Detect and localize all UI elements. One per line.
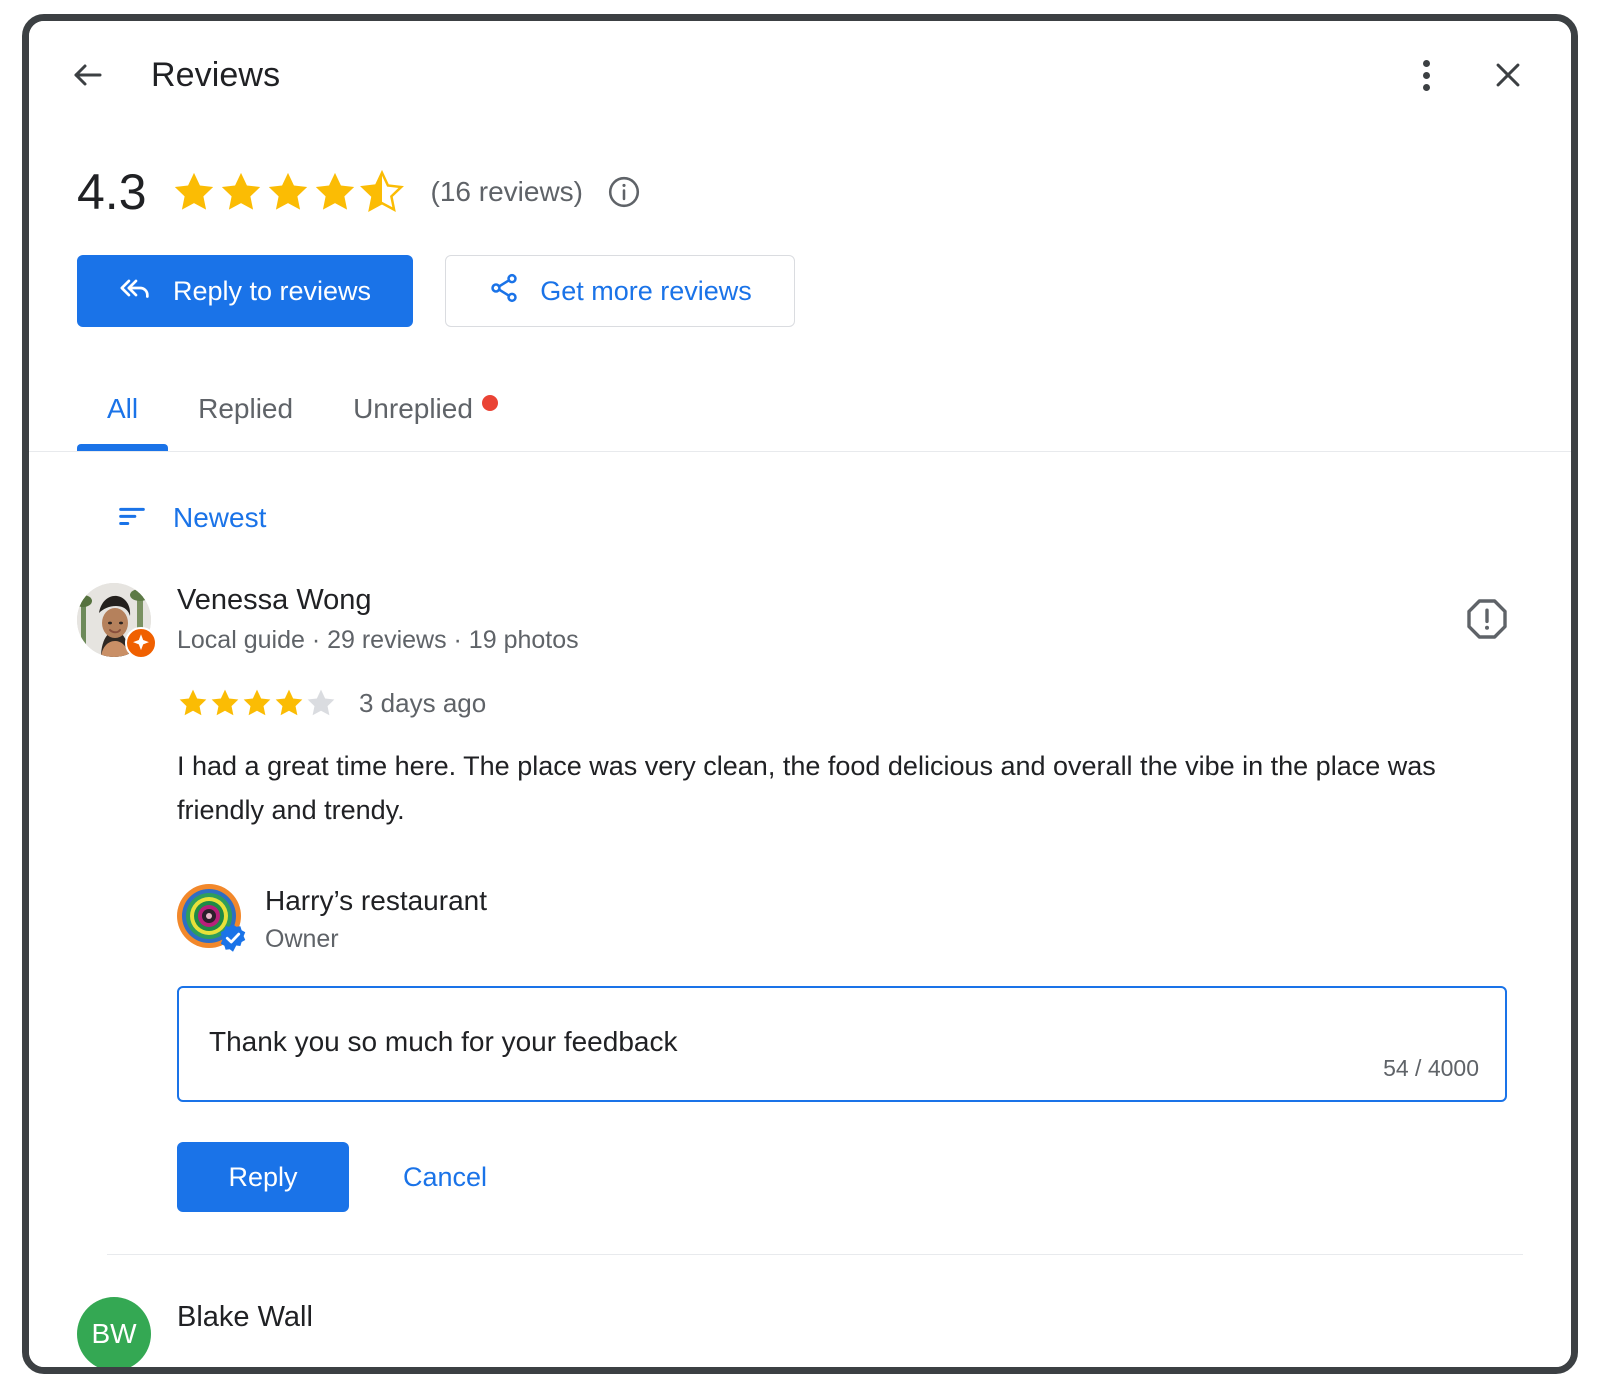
info-icon[interactable]	[605, 173, 643, 211]
review-stars	[177, 687, 337, 719]
reply-input-value: Thank you so much for your feedback	[209, 1026, 678, 1058]
reply-all-icon	[119, 271, 153, 312]
action-buttons: Reply to reviews Get more reviews	[29, 217, 1571, 327]
character-counter: 54 / 4000	[1383, 1055, 1479, 1082]
review-text: I had a great time here. The place was v…	[177, 751, 1436, 825]
review-item: Venessa Wong Local guide · 29 reviews · …	[29, 537, 1571, 1213]
local-guide-badge-icon	[125, 627, 157, 659]
reviews-count: (16 reviews)	[430, 176, 583, 207]
more-options-icon[interactable]	[1397, 46, 1455, 104]
page-title: Reviews	[151, 55, 281, 94]
sort-label: Newest	[173, 501, 267, 533]
owner-name: Harry’s restaurant	[265, 885, 488, 917]
reviewer-name: Blake Wall	[177, 1301, 313, 1334]
unreplied-badge-dot	[481, 395, 498, 411]
review-rating-row: 3 days ago	[177, 687, 1523, 719]
report-icon[interactable]	[1463, 595, 1511, 643]
avatar: BW	[77, 1297, 151, 1367]
rating-stars	[171, 169, 405, 215]
tab-all[interactable]: All	[77, 393, 169, 451]
reply-input[interactable]: Thank you so much for your feedback 54 /…	[177, 986, 1507, 1103]
app-window: Reviews 4.3 (16 reviews) Reply to review…	[22, 14, 1578, 1374]
filter-tabs: All Replied Unreplied	[29, 327, 1571, 451]
avatar	[77, 583, 157, 659]
reviewer-header: Venessa Wong Local guide · 29 reviews · …	[77, 583, 1523, 659]
tab-replied-label: Replied	[198, 393, 294, 424]
arrow-back-icon[interactable]	[59, 46, 117, 104]
owner-header: Harry’s restaurant Owner	[177, 884, 1523, 954]
verified-badge-icon	[218, 923, 248, 953]
rating-summary: 4.3 (16 reviews)	[29, 129, 1571, 217]
average-rating: 4.3	[77, 164, 147, 220]
window-content: Reviews 4.3 (16 reviews) Reply to review…	[29, 21, 1571, 1367]
reply-to-reviews-label: Reply to reviews	[172, 275, 372, 306]
reviewer-stats: Local guide · 29 reviews · 19 photos	[177, 626, 579, 654]
review-item: BW Blake Wall	[29, 1255, 1571, 1367]
owner-meta: Harry’s restaurant Owner	[265, 884, 487, 954]
reply-cancel-button[interactable]: Cancel	[381, 1142, 509, 1212]
reviewer-meta: Venessa Wong Local guide · 29 reviews · …	[177, 583, 579, 655]
tab-all-label: All	[107, 393, 139, 424]
sort-icon	[115, 498, 149, 537]
owner-avatar	[177, 884, 246, 953]
get-more-reviews-label: Get more reviews	[540, 275, 752, 306]
review-date: 3 days ago	[359, 687, 487, 718]
reply-submit-button[interactable]: Reply	[177, 1142, 349, 1213]
reply-to-reviews-button[interactable]: Reply to reviews	[77, 255, 413, 327]
tab-unreplied[interactable]: Unreplied	[323, 393, 528, 451]
reviewer-name: Venessa Wong	[177, 584, 372, 616]
sort-control[interactable]: Newest	[29, 452, 266, 537]
window-header: Reviews	[29, 21, 1571, 129]
share-icon	[488, 272, 520, 311]
reply-actions: Reply Cancel	[177, 1142, 1523, 1213]
tab-replied[interactable]: Replied	[168, 393, 323, 451]
owner-role: Owner	[265, 925, 339, 954]
get-more-reviews-button[interactable]: Get more reviews	[445, 255, 795, 327]
close-icon[interactable]	[1479, 46, 1537, 104]
tab-unreplied-label: Unreplied	[353, 393, 473, 424]
